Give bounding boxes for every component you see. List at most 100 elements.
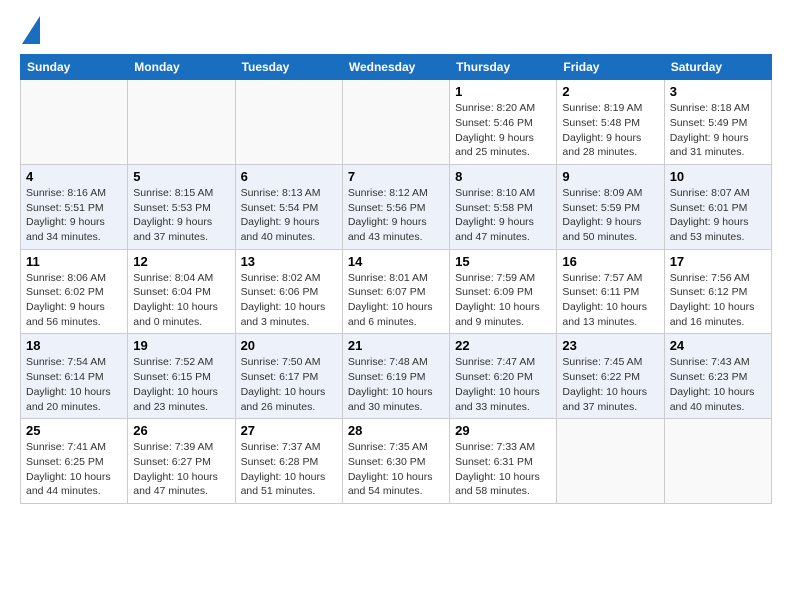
day-number: 28 [348,423,444,438]
day-number: 23 [562,338,658,353]
day-info: Sunrise: 8:01 AMSunset: 6:07 PMDaylight:… [348,271,444,330]
day-info: Sunrise: 8:04 AMSunset: 6:04 PMDaylight:… [133,271,229,330]
day-number: 18 [26,338,122,353]
logo-icon [22,16,40,44]
calendar-cell: 26 Sunrise: 7:39 AMSunset: 6:27 PMDayligh… [128,419,235,504]
calendar-cell: 2 Sunrise: 8:19 AMSunset: 5:48 PMDaylight… [557,80,664,165]
day-number: 4 [26,169,122,184]
day-number: 21 [348,338,444,353]
calendar-header-row: SundayMondayTuesdayWednesdayThursdayFrid… [21,55,772,80]
calendar-cell: 1 Sunrise: 8:20 AMSunset: 5:46 PMDaylight… [450,80,557,165]
day-number: 2 [562,84,658,99]
calendar-cell: 24 Sunrise: 7:43 AMSunset: 6:23 PMDayligh… [664,334,771,419]
day-number: 13 [241,254,337,269]
day-number: 15 [455,254,551,269]
day-number: 24 [670,338,766,353]
day-number: 22 [455,338,551,353]
day-number: 9 [562,169,658,184]
day-info: Sunrise: 7:43 AMSunset: 6:23 PMDaylight:… [670,355,766,414]
day-number: 20 [241,338,337,353]
calendar-cell: 25Sunrise: 7:41 AMSunset: 6:25 PMDayligh… [21,419,128,504]
day-number: 26 [133,423,229,438]
day-info: Sunrise: 7:37 AMSunset: 6:28 PMDaylight:… [241,440,337,499]
day-info: Sunrise: 7:54 AMSunset: 6:14 PMDaylight:… [26,355,122,414]
calendar-cell: 10Sunrise: 8:07 AMSunset: 6:01 PMDayligh… [664,164,771,249]
day-info: Sunrise: 8:19 AMSunset: 5:48 PMDaylight:… [562,101,658,160]
calendar-cell: 14 Sunrise: 8:01 AMSunset: 6:07 PMDayligh… [342,249,449,334]
day-number: 12 [133,254,229,269]
calendar-cell: 16 Sunrise: 7:57 AMSunset: 6:11 PMDayligh… [557,249,664,334]
day-info: Sunrise: 7:39 AMSunset: 6:27 PMDaylight:… [133,440,229,499]
calendar-table: SundayMondayTuesdayWednesdayThursdayFrid… [20,54,772,504]
calendar-cell: 22 Sunrise: 7:47 AMSunset: 6:20 PMDayligh… [450,334,557,419]
day-info: Sunrise: 7:52 AMSunset: 6:15 PMDaylight:… [133,355,229,414]
calendar-header-monday: Monday [128,55,235,80]
day-info: Sunrise: 8:12 AMSunset: 5:56 PMDaylight:… [348,186,444,245]
calendar-cell: 23 Sunrise: 7:45 AMSunset: 6:22 PMDayligh… [557,334,664,419]
day-info: Sunrise: 7:50 AMSunset: 6:17 PMDaylight:… [241,355,337,414]
calendar-cell: 27 Sunrise: 7:37 AMSunset: 6:28 PMDayligh… [235,419,342,504]
calendar-cell [128,80,235,165]
day-number: 29 [455,423,551,438]
day-info: Sunrise: 7:59 AMSunset: 6:09 PMDaylight:… [455,271,551,330]
calendar-cell: 13 Sunrise: 8:02 AMSunset: 6:06 PMDayligh… [235,249,342,334]
day-number: 3 [670,84,766,99]
day-info: Sunrise: 7:57 AMSunset: 6:11 PMDaylight:… [562,271,658,330]
calendar-cell [342,80,449,165]
day-info: Sunrise: 7:47 AMSunset: 6:20 PMDaylight:… [455,355,551,414]
day-number: 7 [348,169,444,184]
calendar-cell: 6 Sunrise: 8:13 AMSunset: 5:54 PMDaylight… [235,164,342,249]
day-info: Sunrise: 8:13 AMSunset: 5:54 PMDaylight:… [241,186,337,245]
day-info: Sunrise: 8:06 AMSunset: 6:02 PMDaylight:… [26,271,122,330]
calendar-cell: 29 Sunrise: 7:33 AMSunset: 6:31 PMDayligh… [450,419,557,504]
calendar-week-row: 4 Sunrise: 8:16 AMSunset: 5:51 PMDaylight… [21,164,772,249]
calendar-week-row: 1 Sunrise: 8:20 AMSunset: 5:46 PMDaylight… [21,80,772,165]
calendar-cell: 20 Sunrise: 7:50 AMSunset: 6:17 PMDayligh… [235,334,342,419]
day-number: 5 [133,169,229,184]
calendar-cell [21,80,128,165]
calendar-cell: 28 Sunrise: 7:35 AMSunset: 6:30 PMDayligh… [342,419,449,504]
day-info: Sunrise: 8:09 AMSunset: 5:59 PMDaylight:… [562,186,658,245]
day-info: Sunrise: 7:48 AMSunset: 6:19 PMDaylight:… [348,355,444,414]
calendar-cell: 4 Sunrise: 8:16 AMSunset: 5:51 PMDaylight… [21,164,128,249]
day-info: Sunrise: 8:18 AMSunset: 5:49 PMDaylight:… [670,101,766,160]
calendar-cell: 19Sunrise: 7:52 AMSunset: 6:15 PMDayligh… [128,334,235,419]
logo [20,20,40,44]
day-info: Sunrise: 8:15 AMSunset: 5:53 PMDaylight:… [133,186,229,245]
day-number: 8 [455,169,551,184]
calendar-header-thursday: Thursday [450,55,557,80]
day-info: Sunrise: 7:35 AMSunset: 6:30 PMDaylight:… [348,440,444,499]
day-info: Sunrise: 8:16 AMSunset: 5:51 PMDaylight:… [26,186,122,245]
day-info: Sunrise: 7:41 AMSunset: 6:25 PMDaylight:… [26,440,122,499]
calendar-week-row: 11 Sunrise: 8:06 AMSunset: 6:02 PMDayligh… [21,249,772,334]
calendar-header-saturday: Saturday [664,55,771,80]
day-info: Sunrise: 8:07 AMSunset: 6:01 PMDaylight:… [670,186,766,245]
day-number: 11 [26,254,122,269]
day-number: 6 [241,169,337,184]
day-number: 27 [241,423,337,438]
day-info: Sunrise: 7:33 AMSunset: 6:31 PMDaylight:… [455,440,551,499]
calendar-week-row: 18 Sunrise: 7:54 AMSunset: 6:14 PMDayligh… [21,334,772,419]
calendar-cell: 17Sunrise: 7:56 AMSunset: 6:12 PMDayligh… [664,249,771,334]
calendar-header-sunday: Sunday [21,55,128,80]
calendar-cell: 21 Sunrise: 7:48 AMSunset: 6:19 PMDayligh… [342,334,449,419]
calendar-cell [664,419,771,504]
calendar-header-wednesday: Wednesday [342,55,449,80]
calendar-cell: 12 Sunrise: 8:04 AMSunset: 6:04 PMDayligh… [128,249,235,334]
calendar-cell: 8Sunrise: 8:10 AMSunset: 5:58 PMDaylight… [450,164,557,249]
calendar-cell [235,80,342,165]
calendar-cell: 3 Sunrise: 8:18 AMSunset: 5:49 PMDaylight… [664,80,771,165]
day-info: Sunrise: 8:02 AMSunset: 6:06 PMDaylight:… [241,271,337,330]
calendar-cell: 15 Sunrise: 7:59 AMSunset: 6:09 PMDayligh… [450,249,557,334]
day-number: 1 [455,84,551,99]
day-number: 14 [348,254,444,269]
calendar-cell: 18 Sunrise: 7:54 AMSunset: 6:14 PMDayligh… [21,334,128,419]
day-info: Sunrise: 8:20 AMSunset: 5:46 PMDaylight:… [455,101,551,160]
calendar-cell: 7 Sunrise: 8:12 AMSunset: 5:56 PMDaylight… [342,164,449,249]
day-number: 16 [562,254,658,269]
calendar-header-tuesday: Tuesday [235,55,342,80]
day-info: Sunrise: 7:45 AMSunset: 6:22 PMDaylight:… [562,355,658,414]
calendar-cell [557,419,664,504]
day-info: Sunrise: 7:56 AMSunset: 6:12 PMDaylight:… [670,271,766,330]
calendar-cell: 11 Sunrise: 8:06 AMSunset: 6:02 PMDayligh… [21,249,128,334]
